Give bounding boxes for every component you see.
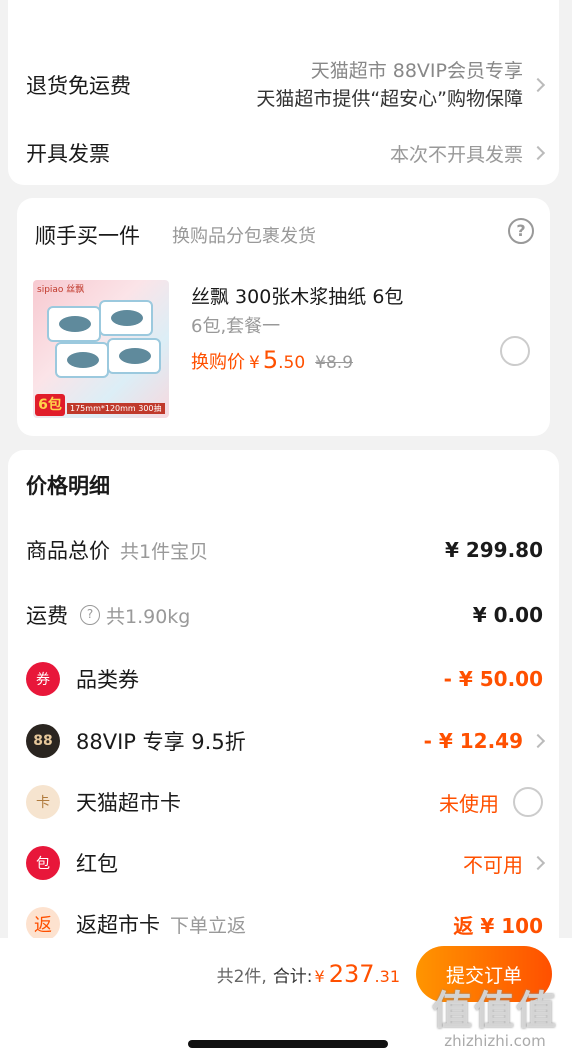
- tissue-pack-graphic: [107, 338, 161, 374]
- addon-title: 顺手买一件: [35, 224, 140, 248]
- coupon-icon: 券: [26, 662, 60, 696]
- goods-total-row: 商品总价 共1件宝贝 ¥ 299.80: [8, 525, 559, 575]
- checkout-bar: 共2件, 合计: ¥ 237 .31 提交订单 值值值 zhizhizhi.co…: [0, 938, 572, 1057]
- addon-price-decimal: .50: [278, 353, 306, 373]
- return-shipping-line2: 天猫超市提供“超安心”购物保障: [256, 88, 523, 110]
- shipping-card: 退货免运费 天猫超市 88VIP会员专享 天猫超市提供“超安心”购物保障 开具发…: [8, 0, 559, 185]
- invoice-row[interactable]: 开具发票 本次不开具发票: [8, 130, 559, 176]
- price-detail-title: 价格明细: [26, 474, 110, 498]
- category-coupon-label: 品类券: [76, 668, 139, 692]
- supermarket-card-label: 天猫超市卡: [76, 791, 181, 815]
- price-detail-card: 价格明细 商品总价 共1件宝贝 ¥ 299.80 运费 ? 共1.90kg ¥ …: [8, 450, 559, 970]
- home-indicator[interactable]: [188, 1040, 388, 1048]
- chevron-right-icon: [530, 855, 546, 871]
- rebate-icon: 返: [26, 907, 60, 941]
- addon-subtitle: 换购品分包裹发货: [172, 226, 316, 247]
- supermarket-card-status: 未使用: [439, 791, 499, 816]
- vip-discount-row[interactable]: 88 88VIP 专享 9.5折 - ¥ 12.49: [8, 716, 559, 766]
- total-label: 合计:: [272, 967, 313, 987]
- goods-count: 共1件宝贝: [120, 540, 209, 563]
- watermark-logo: 值值值: [432, 988, 558, 1034]
- rebate-card-value: 返 ¥ 100: [453, 913, 543, 938]
- yen-symbol: ¥: [314, 967, 325, 986]
- supermarket-card-radio[interactable]: [513, 787, 543, 817]
- product-image[interactable]: sipiao 丝飘 6包 175mm*120mm 300抽: [33, 280, 169, 418]
- product-size-strip: 175mm*120mm 300抽: [67, 403, 165, 414]
- total-integer: 237: [328, 960, 375, 988]
- help-icon[interactable]: ?: [80, 605, 100, 625]
- freight-value: ¥ 0.00: [472, 603, 543, 627]
- vip-discount-label: 88VIP 专享 9.5折: [76, 730, 246, 754]
- help-icon[interactable]: ?: [508, 218, 534, 244]
- chevron-right-icon: [530, 733, 546, 749]
- site-watermark: 值值值 zhizhizhi.com: [432, 978, 558, 1050]
- chevron-right-icon: [530, 145, 546, 161]
- red-packet-row[interactable]: 包 红包 不可用: [8, 838, 559, 888]
- supermarket-card-row[interactable]: 卡 天猫超市卡 未使用: [8, 777, 559, 827]
- rebate-card-sub: 下单立返: [170, 914, 247, 937]
- item-count: 共2件,: [216, 967, 267, 987]
- order-total: 共2件, 合计: ¥ 237 .31: [217, 960, 400, 988]
- red-packet-status: 不可用: [463, 852, 523, 877]
- red-packet-icon: 包: [26, 846, 60, 880]
- chevron-right-icon: [530, 77, 546, 93]
- product-spec: 6包,套餐一: [191, 316, 281, 337]
- addon-card: 顺手买一件 换购品分包裹发货 ? sipiao 丝飘 6包 175mm*120m…: [17, 198, 550, 436]
- original-price: ¥8.9: [315, 353, 354, 373]
- addon-price-integer: 5: [262, 346, 279, 374]
- vip-88-icon: 88: [26, 724, 60, 758]
- return-shipping-info: 天猫超市 88VIP会员专享 天猫超市提供“超安心”购物保障: [256, 57, 523, 113]
- category-coupon-value: - ¥ 50.00: [443, 667, 543, 691]
- invoice-label: 开具发票: [26, 142, 110, 166]
- freight-row: 运费 ? 共1.90kg ¥ 0.00: [8, 590, 559, 640]
- return-shipping-label: 退货免运费: [26, 74, 131, 98]
- return-shipping-row[interactable]: 退货免运费 天猫超市 88VIP会员专享 天猫超市提供“超安心”购物保障: [8, 50, 559, 120]
- product-count-badge: 6包: [35, 394, 65, 416]
- addon-select-radio[interactable]: [500, 336, 530, 366]
- invoice-value: 本次不开具发票: [389, 143, 523, 166]
- rebate-card-label: 返超市卡: [76, 913, 160, 937]
- yen-symbol: ¥: [249, 353, 260, 373]
- tissue-pack-graphic: [99, 300, 153, 336]
- freight-weight: 共1.90kg: [106, 605, 191, 628]
- red-packet-label: 红包: [76, 852, 118, 876]
- gift-card-icon: 卡: [26, 785, 60, 819]
- product-image-brand: sipiao 丝飘: [37, 285, 85, 295]
- goods-total-value: ¥ 299.80: [444, 538, 543, 562]
- total-decimal: .31: [374, 967, 400, 986]
- tissue-pack-graphic: [55, 342, 109, 378]
- vip-discount-value: - ¥ 12.49: [423, 729, 523, 753]
- return-shipping-line1: 天猫超市 88VIP会员专享: [310, 60, 523, 82]
- category-coupon-row[interactable]: 券 品类券 - ¥ 50.00: [8, 654, 559, 704]
- goods-total-label: 商品总价: [26, 539, 110, 563]
- product-price-row: 换购价 ¥ 5 .50 ¥8.9: [191, 346, 353, 374]
- addon-price-label: 换购价: [191, 352, 245, 373]
- tissue-pack-graphic: [47, 306, 101, 342]
- product-name[interactable]: 丝飘 300张木浆抽纸 6包: [191, 282, 403, 309]
- watermark-domain: zhizhizhi.com: [444, 1032, 546, 1050]
- freight-label: 运费: [26, 604, 68, 628]
